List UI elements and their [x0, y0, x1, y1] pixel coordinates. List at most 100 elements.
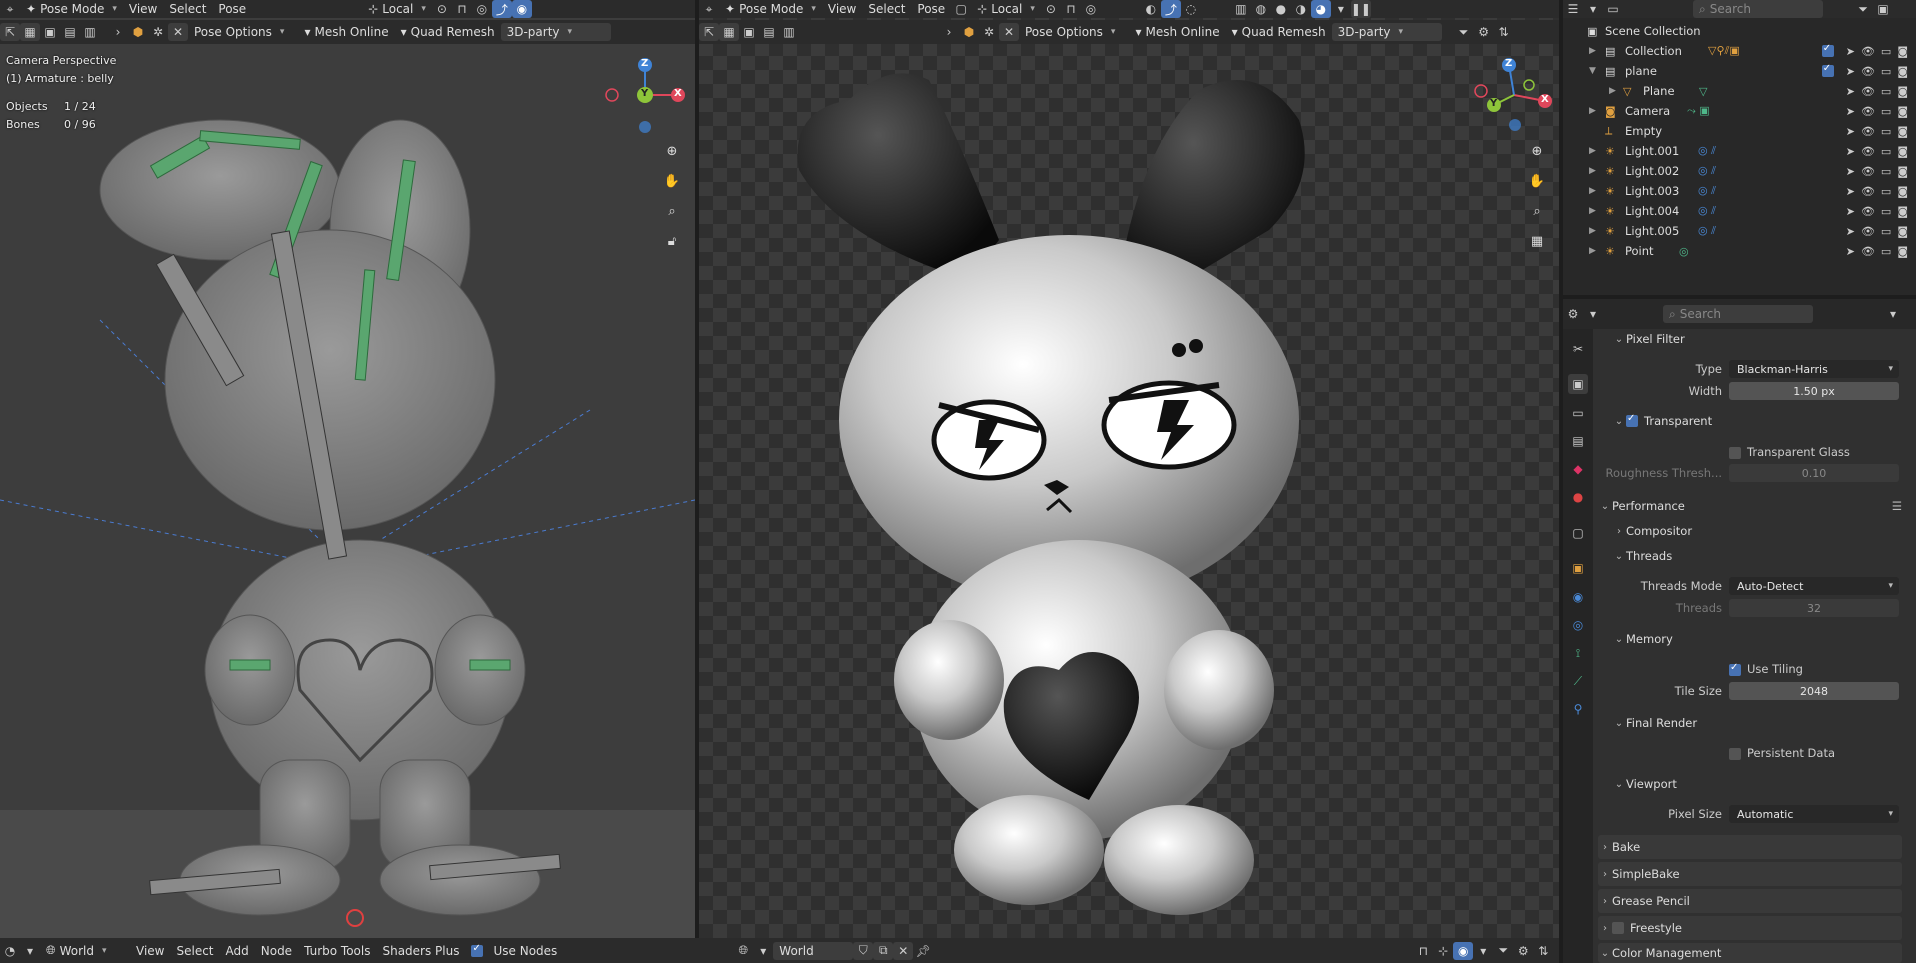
monitor-icon[interactable]: ▭	[1881, 225, 1891, 238]
select-mode-extend-icon[interactable]: ▣	[40, 23, 60, 41]
monitor-icon[interactable]: ▭	[1881, 185, 1891, 198]
collection-tab-icon[interactable]: ▢	[1568, 523, 1588, 543]
armature-tab-icon[interactable]: ⟟	[1568, 643, 1588, 663]
render-camera-icon[interactable]: ◙	[1897, 245, 1908, 258]
monitor-icon[interactable]: ▭	[1881, 165, 1891, 178]
output-tab-icon[interactable]: ▭	[1568, 403, 1588, 423]
third-party-dropdown[interactable]: 3D-party	[1331, 23, 1442, 41]
transform-orientation-dropdown[interactable]: ⊹ Local	[362, 0, 432, 18]
object-tab-icon[interactable]: ▣	[1568, 558, 1588, 578]
navigation-gizmo[interactable]: X Z Y	[600, 55, 690, 135]
outliner-item-plane-collection[interactable]: ▼ ▤ plane ➤👁︎▭◙	[1563, 61, 1916, 81]
shader-type-dropdown[interactable]: 🌐︎ World	[40, 942, 130, 960]
eye-icon[interactable]: 👁︎	[1861, 125, 1875, 138]
render-camera-icon[interactable]: ◙	[1897, 145, 1908, 158]
outliner-item-light-001[interactable]: ▶ ☀ Light.001 ◎ ⫽ ➤ 👁︎ ▭ ◙	[1563, 141, 1916, 161]
eye-icon[interactable]: 👁︎	[1861, 65, 1875, 78]
eye-icon[interactable]: 👁︎	[1861, 85, 1875, 98]
outliner-item-empty[interactable]: ⟂ Empty ➤ 👁︎ ▭ ◙	[1563, 121, 1916, 141]
pause-icon[interactable]: ❚❚	[1351, 0, 1371, 18]
constraints-tab-icon[interactable]: ◎	[1568, 615, 1588, 635]
pivot-icon[interactable]: ⊙	[432, 0, 452, 18]
grid-view-icon[interactable]: ▦	[1526, 230, 1548, 252]
select-mode-subtract-icon[interactable]: ▤	[60, 23, 80, 41]
auto-key-icon[interactable]: ⤴	[491, 0, 512, 18]
eye-icon[interactable]: 👁︎	[1861, 105, 1875, 118]
xray-icon[interactable]: ▥	[1231, 0, 1251, 18]
eye-icon[interactable]: 👁︎	[1861, 165, 1875, 178]
select-arrow-icon[interactable]: ➤	[1846, 125, 1855, 138]
monitor-icon[interactable]: ▭	[1881, 245, 1891, 258]
monitor-icon[interactable]: ▭	[1881, 45, 1891, 58]
chevron-right-icon[interactable]: ▶	[1589, 246, 1596, 256]
chevron-down-icon[interactable]: ▾	[1583, 305, 1603, 323]
chevron-right-icon[interactable]: ›	[108, 23, 128, 41]
render-camera-icon[interactable]: ◙	[1897, 105, 1908, 118]
menu-select[interactable]: Select	[862, 0, 911, 18]
close-icon[interactable]: ✕	[999, 23, 1019, 41]
eye-icon[interactable]: 👁︎	[1861, 205, 1875, 218]
settings-gear-icon[interactable]: ⚙	[1513, 942, 1533, 960]
render-camera-icon[interactable]: ◙	[1897, 185, 1908, 198]
filter-icon[interactable]: ⏷	[1853, 0, 1873, 18]
chevron-down-icon[interactable]: ▾	[1883, 305, 1903, 323]
eye-icon[interactable]: 👁︎	[1861, 45, 1875, 58]
outliner-item-collection[interactable]: ▶ ▤ Collection ▽⚲⫽▣ ➤👁︎▭◙	[1563, 41, 1916, 61]
menu-view[interactable]: View	[123, 0, 163, 18]
camera-view-icon[interactable]: ⌕	[1526, 200, 1548, 222]
select-mode-extend-icon[interactable]: ▣	[739, 23, 759, 41]
left-viewport[interactable]: Camera Perspective (1) Armature : belly …	[0, 0, 695, 938]
world-name-field[interactable]: World	[773, 941, 854, 960]
select-arrow-icon[interactable]: ➤	[1846, 185, 1855, 198]
eye-icon[interactable]: 👁︎	[1861, 245, 1875, 258]
chevron-right-icon[interactable]: ▶	[1589, 106, 1596, 116]
render-camera-icon[interactable]: ◙	[1897, 45, 1908, 58]
select-arrow-icon[interactable]: ➤	[1846, 205, 1855, 218]
editor-type-icon[interactable]: ⌖	[0, 0, 20, 18]
monitor-icon[interactable]: ▭	[1881, 105, 1891, 118]
sort-icon[interactable]: ⇅	[1533, 942, 1553, 960]
use-nodes-checkbox[interactable]	[471, 943, 484, 957]
shading-material-icon[interactable]: ◑	[1291, 0, 1311, 18]
pan-hand-icon[interactable]: ✋	[1526, 170, 1548, 192]
menu-select[interactable]: Select	[170, 942, 219, 960]
mesh-online-button[interactable]: ▾ Mesh Online	[1129, 23, 1225, 41]
outliner-scene-collection[interactable]: ▣ Scene Collection	[1563, 21, 1916, 41]
shading-options-icon[interactable]: ▾	[1331, 0, 1351, 18]
select-mode-invert-icon[interactable]: ▥	[779, 23, 799, 41]
monitor-icon[interactable]: ▭	[1881, 145, 1891, 158]
addon-cube-icon[interactable]: ⬢	[128, 23, 148, 41]
proportional-icon[interactable]: ◎	[472, 0, 492, 18]
menu-pose[interactable]: Pose	[911, 0, 951, 18]
render-camera-icon[interactable]: ◙	[1897, 165, 1908, 178]
select-arrow-icon[interactable]: ➤	[1846, 145, 1855, 158]
outliner-search-input[interactable]: ⌕ Search	[1693, 0, 1823, 18]
select-mode-invert-icon[interactable]: ▥	[80, 23, 100, 41]
settings-gear-icon[interactable]: ⚙	[1474, 23, 1494, 41]
pose-options-dropdown[interactable]: Pose Options	[1019, 23, 1121, 41]
outliner-item-camera[interactable]: ▶ ◙ Camera ⤳ ▣ ➤ 👁︎ ▭ ◙	[1563, 101, 1916, 121]
select-tool-icon[interactable]: ⇱	[699, 23, 719, 41]
properties-search-input[interactable]: ⌕ Search	[1663, 305, 1813, 323]
visibility-icon[interactable]: ◐	[1141, 0, 1161, 18]
scene-tab-icon[interactable]: ◆	[1568, 459, 1588, 479]
menu-shaders-plus[interactable]: Shaders Plus	[376, 942, 465, 960]
outliner-item-point[interactable]: ▶ ☀ Point ◎ ➤ 👁︎ ▭ ◙	[1563, 241, 1916, 261]
snap-target-icon[interactable]: ⊹	[1433, 942, 1453, 960]
select-mode-set-icon[interactable]: ▦	[719, 23, 739, 41]
select-tool-icon[interactable]: ⇱	[0, 23, 20, 41]
eye-icon[interactable]: 👁︎	[1861, 225, 1875, 238]
world-tab-icon[interactable]: ●	[1568, 487, 1588, 507]
physics-tab-icon[interactable]: ◉	[1568, 587, 1588, 607]
select-arrow-icon[interactable]: ➤	[1846, 85, 1855, 98]
outliner-item-light-004[interactable]: ▶ ☀ Light.004 ◎ ⫽ ➤ 👁︎ ▭ ◙	[1563, 201, 1916, 221]
monitor-icon[interactable]: ▭	[1881, 125, 1891, 138]
menu-add[interactable]: Add	[220, 942, 255, 960]
select-arrow-icon[interactable]: ➤	[1846, 165, 1855, 178]
render-tab-icon[interactable]: ▣	[1568, 374, 1588, 394]
new-collection-icon[interactable]: ▣	[1873, 0, 1893, 18]
display-mode-icon[interactable]: ▾	[1583, 0, 1603, 18]
overlay-icon[interactable]: ◉	[511, 0, 532, 18]
menu-select[interactable]: Select	[163, 0, 212, 18]
view-layer-tab-icon[interactable]: ▤	[1568, 431, 1588, 451]
